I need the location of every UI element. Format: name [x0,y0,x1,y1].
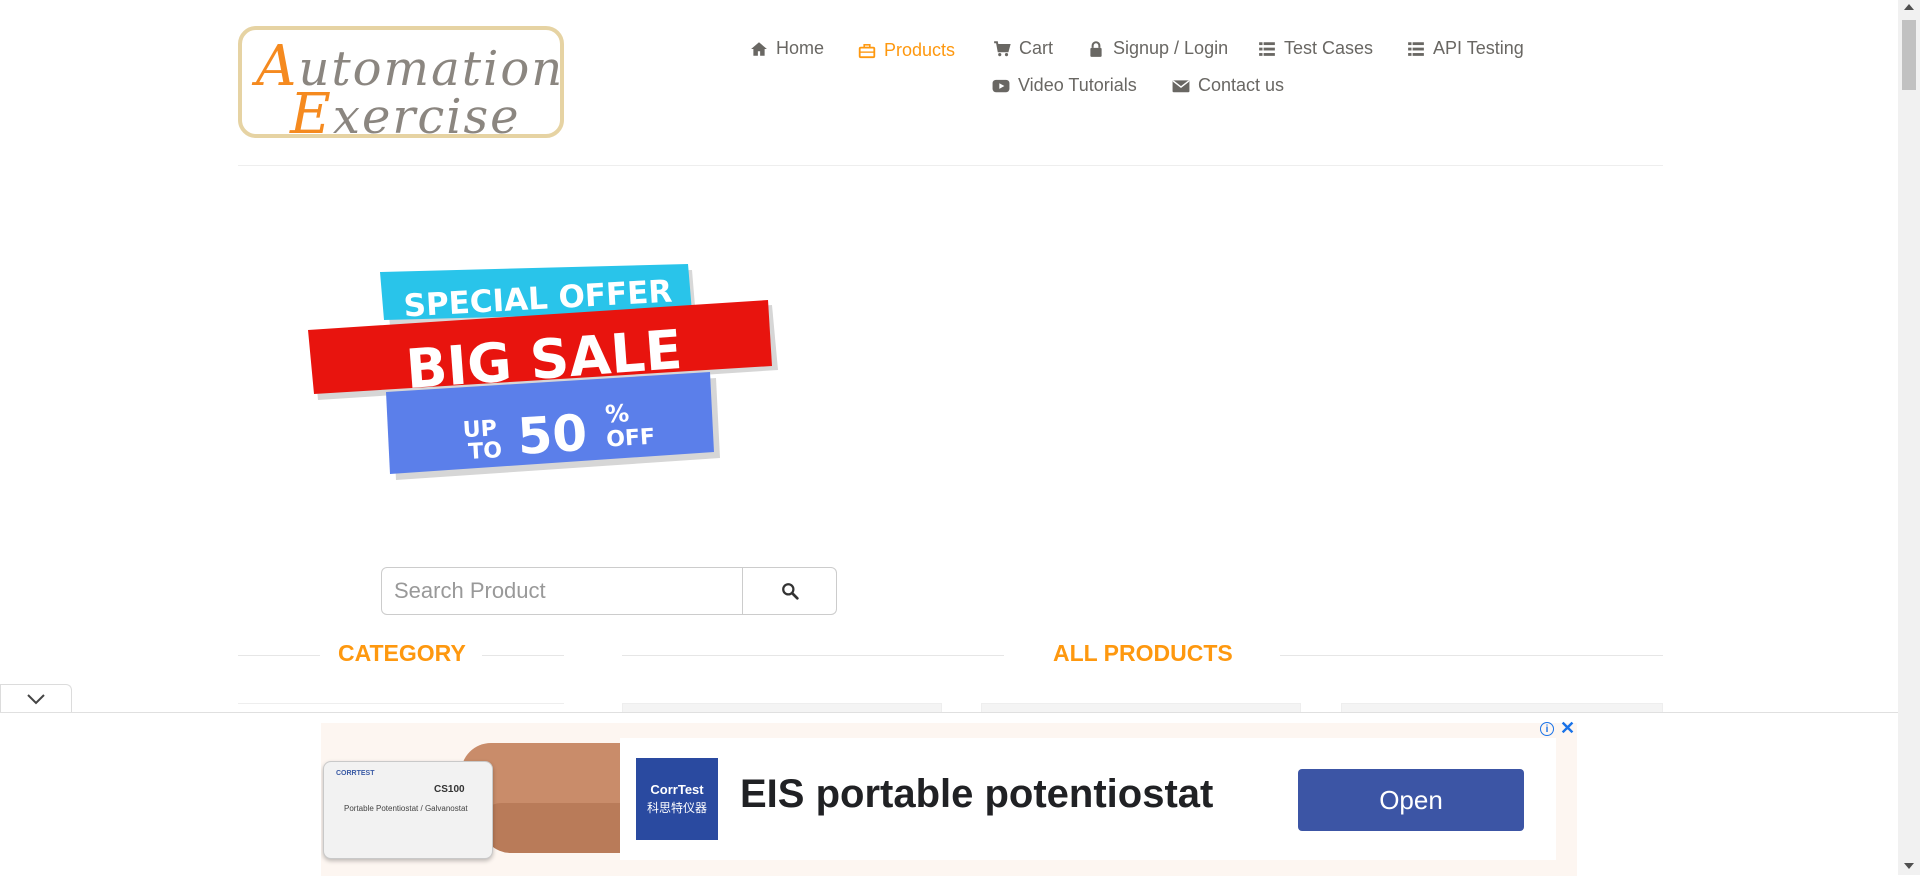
anchor-ad: CORRTEST CS100 Portable Potentiostat / G… [0,712,1898,876]
home-icon [751,41,767,56]
page: Automation Exercise Home Products Cart S… [0,0,1898,876]
nav-api-testing-label: API Testing [1433,38,1524,58]
nav-signup-login-label: Signup / Login [1113,38,1229,58]
logo-text-exercise: xercise [332,89,521,145]
cart-icon [994,40,1011,56]
banner-percent-sign: % [604,399,630,428]
category-title-line-right [482,655,564,656]
ad-device-brand: CORRTEST [336,770,375,777]
ad-frame[interactable]: CORRTEST CS100 Portable Potentiostat / G… [321,723,1577,876]
list-icon [1408,41,1424,56]
nav-cart-label: Cart [1019,38,1054,58]
ad-open-button[interactable]: Open [1298,769,1524,831]
lock-icon [1090,40,1102,57]
ad-card[interactable]: CorrTest 科思特仪器 EIS portable potentiostat… [620,738,1556,860]
ad-brand-name-cn: 科思特仪器 [646,801,707,815]
nav-cart[interactable]: Cart [993,38,1053,59]
ad-brand-name: CorrTest [650,782,704,797]
header-divider [238,165,1663,166]
ad-close-icon[interactable]: ✕ [1560,718,1575,739]
briefcase-icon [858,43,876,58]
nav-video-tutorials[interactable]: Video Tutorials [992,75,1137,96]
sale-banner: SPECIAL OFFER BIG SALE UP TO 50 % OFF [308,264,778,480]
nav-products-label: Products [884,40,956,60]
chevron-down-icon [27,693,45,704]
banner-off: OFF [606,425,656,453]
search-icon [781,583,799,600]
products-title-line-right [1280,655,1663,656]
nav-video-tutorials-label: Video Tutorials [1018,75,1137,95]
ad-device-name: Portable Potentiostat / Galvanostat [344,804,468,813]
ad-hand-image-lower [481,803,631,853]
category-title: CATEGORY [338,640,466,666]
nav-home-label: Home [776,38,825,58]
nav-signup-login[interactable]: Signup / Login [1087,38,1228,59]
scroll-thumb[interactable] [1902,20,1916,90]
scroll-down-arrow-icon[interactable] [1904,863,1914,869]
ad-collapse-button[interactable] [0,684,72,712]
nav-test-cases[interactable]: Test Cases [1258,38,1373,59]
banner-to: TO [468,438,503,465]
site-logo[interactable]: Automation Exercise [238,26,564,147]
youtube-icon [992,79,1010,92]
all-products-title: ALL PRODUCTS [1053,640,1233,666]
products-title-line-left [622,655,1004,656]
nav-products[interactable]: Products [858,40,955,61]
envelope-icon [1172,79,1190,92]
nav-test-cases-label: Test Cases [1284,38,1374,58]
ad-device-model: CS100 [434,784,465,795]
category-title-line-left [238,655,320,656]
search-button[interactable] [743,567,837,615]
nav-contact-us-label: Contact us [1198,75,1285,95]
nav-api-testing[interactable]: API Testing [1407,38,1524,59]
ad-brand-logo: CorrTest 科思特仪器 [636,758,718,840]
nav-contact-us[interactable]: Contact us [1172,75,1284,96]
search-input[interactable] [381,567,743,615]
ad-device-image: CORRTEST CS100 Portable Potentiostat / G… [323,761,493,859]
ad-info-icon[interactable]: i [1540,722,1554,736]
product-search [381,567,837,615]
nav-home[interactable]: Home [750,38,824,59]
ad-headline: EIS portable potentiostat [740,772,1214,816]
vertical-scrollbar[interactable] [1898,0,1920,875]
banner-50: 50 [516,404,589,466]
scroll-up-arrow-icon[interactable] [1904,4,1914,10]
list-icon [1259,41,1275,56]
logo-letter-e: E [290,82,333,147]
